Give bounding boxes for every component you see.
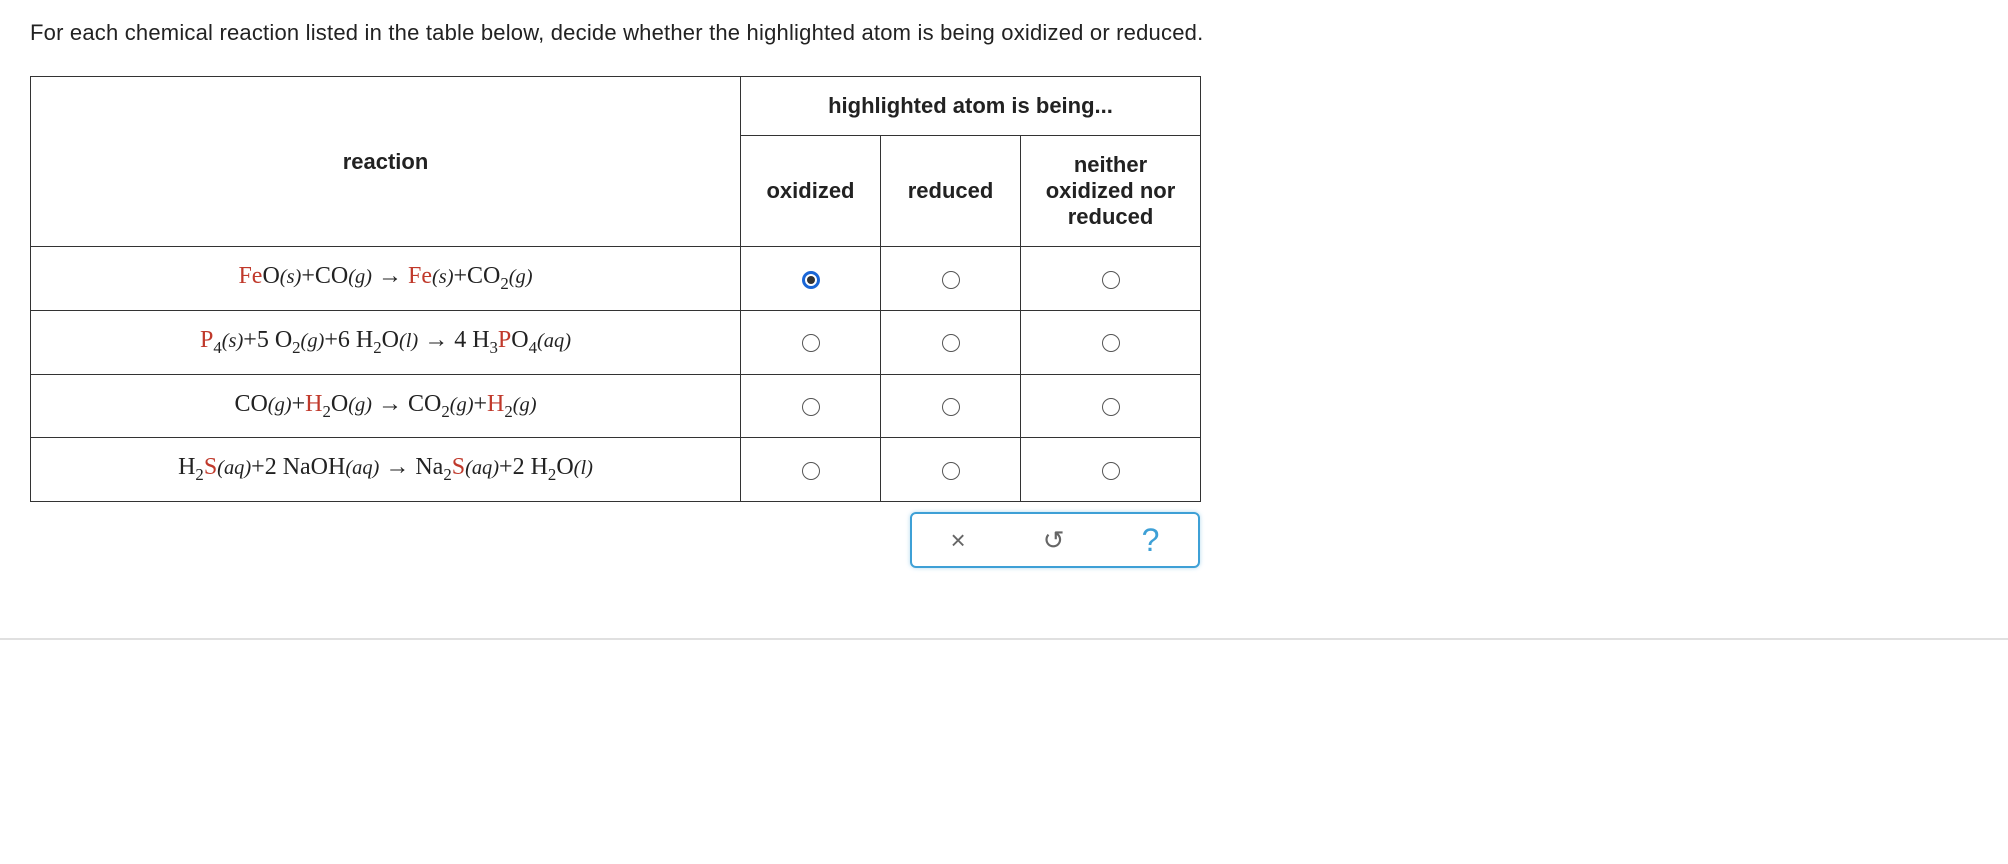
radio-reduced[interactable] [942,271,960,289]
table-row: H2S(aq)+2 NaOH(aq) → Na2S(aq)+2 H2O(l) [31,438,1201,502]
option-cell-neither [1021,374,1201,438]
header-reduced: reduced [881,136,1021,247]
reaction-cell: P4(s)+5 O2(g)+6 H2O(l) → 4 H3PO4(aq) [31,310,741,374]
reset-icon[interactable]: ↺ [1043,525,1065,556]
option-cell-reduced [881,438,1021,502]
header-reaction: reaction [31,77,741,247]
table-row: CO(g)+H2O(g) → CO2(g)+H2(g) [31,374,1201,438]
help-icon[interactable]: ? [1142,522,1160,559]
action-button-bar: × ↺ ? [910,512,1200,568]
option-cell-oxidized [741,247,881,311]
question-text: For each chemical reaction listed in the… [30,20,1978,46]
close-icon[interactable]: × [951,525,966,556]
reaction-cell: H2S(aq)+2 NaOH(aq) → Na2S(aq)+2 H2O(l) [31,438,741,502]
table-row: FeO(s)+CO(g) → Fe(s)+CO2(g) [31,247,1201,311]
radio-neither[interactable] [1102,462,1120,480]
reaction-cell: FeO(s)+CO(g) → Fe(s)+CO2(g) [31,247,741,311]
option-cell-oxidized [741,310,881,374]
option-cell-reduced [881,310,1021,374]
reaction-table: reaction highlighted atom is being... ox… [30,76,1201,502]
option-cell-reduced [881,374,1021,438]
header-neither: neither oxidized nor reduced [1021,136,1201,247]
page-divider [0,638,2008,640]
radio-oxidized[interactable] [802,334,820,352]
radio-reduced[interactable] [942,462,960,480]
header-oxidized: oxidized [741,136,881,247]
option-cell-oxidized [741,374,881,438]
radio-neither[interactable] [1102,334,1120,352]
option-cell-reduced [881,247,1021,311]
radio-neither[interactable] [1102,271,1120,289]
radio-oxidized[interactable] [802,398,820,416]
option-cell-neither [1021,247,1201,311]
radio-reduced[interactable] [942,398,960,416]
table-row: P4(s)+5 O2(g)+6 H2O(l) → 4 H3PO4(aq) [31,310,1201,374]
option-cell-oxidized [741,438,881,502]
radio-oxidized[interactable] [802,271,820,289]
option-cell-neither [1021,310,1201,374]
header-group: highlighted atom is being... [741,77,1201,136]
option-cell-neither [1021,438,1201,502]
radio-oxidized[interactable] [802,462,820,480]
reaction-cell: CO(g)+H2O(g) → CO2(g)+H2(g) [31,374,741,438]
radio-neither[interactable] [1102,398,1120,416]
radio-reduced[interactable] [942,334,960,352]
